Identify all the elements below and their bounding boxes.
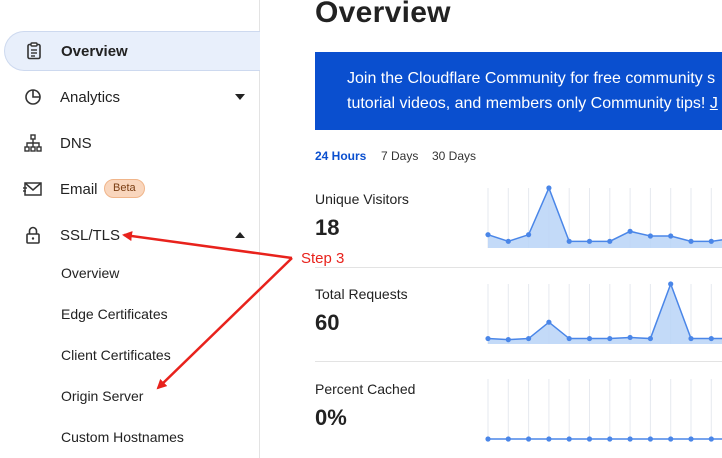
- envelope-icon: [22, 178, 44, 200]
- banner-line-2: tutorial videos, and members only Commun…: [347, 91, 722, 116]
- metric-label-unique-visitors: Unique Visitors: [315, 191, 409, 207]
- sparkline-point: [546, 436, 552, 442]
- sparkline-point: [668, 233, 674, 239]
- sparkline-point: [647, 233, 653, 239]
- sparkline-point: [485, 436, 491, 442]
- chevron-down-icon[interactable]: [232, 89, 248, 105]
- sidebar-item-label: Analytics: [60, 88, 121, 106]
- sparkline-unique-visitors: [485, 185, 722, 248]
- clipboard-icon: [23, 40, 45, 62]
- sparkline-point: [586, 436, 593, 442]
- lock-icon: [22, 224, 44, 246]
- sidebar-item-label: Overview: [61, 42, 128, 60]
- sparkline-point: [485, 335, 491, 342]
- sparkline-percent-cached: [485, 379, 722, 442]
- sparkline-point: [647, 436, 653, 442]
- sparkline-area: [488, 284, 722, 344]
- sidebar-item-ssl-tls[interactable]: SSL/TLS: [0, 215, 259, 255]
- sparkline-point: [586, 238, 593, 244]
- pie-chart-icon: [22, 86, 44, 108]
- sidebar-item-label: Email: [60, 180, 98, 198]
- metric-label-total-requests: Total Requests: [315, 286, 408, 302]
- sparkline-point: [708, 436, 714, 442]
- metric-label-percent-cached: Percent Cached: [315, 381, 416, 397]
- sidebar-item-label: SSL/TLS: [60, 226, 121, 244]
- sparkline-point: [526, 436, 532, 442]
- sparkline-point: [546, 185, 552, 191]
- page-title: Overview: [315, 0, 451, 29]
- sparkline-point: [566, 436, 572, 442]
- divider: [315, 361, 722, 362]
- banner-link[interactable]: J: [710, 95, 718, 112]
- sparkline-point: [526, 335, 532, 342]
- sparkline-point: [586, 335, 593, 342]
- main-content: Overview Join the Cloudflare Community f…: [260, 0, 722, 458]
- sparkline-point: [607, 335, 613, 342]
- metric-value-percent-cached: 0%: [315, 405, 347, 430]
- sidebar-item-analytics[interactable]: Analytics: [0, 77, 259, 117]
- range-7-days[interactable]: 7 Days: [381, 149, 418, 163]
- divider: [315, 267, 722, 268]
- sparkline-point: [505, 238, 511, 244]
- beta-badge: Beta: [104, 179, 145, 198]
- sparkline-point: [668, 281, 674, 287]
- sparkline-point: [627, 436, 633, 442]
- sparkline-point: [627, 334, 633, 341]
- sidebar-item-label: DNS: [60, 134, 92, 152]
- sparkline-line: [487, 186, 722, 243]
- sparkline-area: [488, 188, 722, 248]
- sparkline-point: [688, 335, 694, 342]
- sparkline-point: [708, 335, 714, 342]
- sparkline-point: [526, 232, 532, 238]
- sparkline-point: [505, 337, 511, 343]
- sparkline-point: [688, 436, 694, 442]
- ssl-sub-item-custom-hostnames[interactable]: Custom Hostnames: [61, 429, 184, 445]
- chevron-up-icon[interactable]: [232, 227, 248, 243]
- sparkline-point: [485, 232, 491, 238]
- cut-off-header-text: [100, 0, 210, 4]
- sparkline-point: [607, 436, 613, 442]
- sparkline-total-requests: [485, 281, 722, 344]
- ssl-sub-item-client-certificates[interactable]: Client Certificates: [61, 347, 171, 363]
- sparkline-point: [647, 335, 653, 342]
- sidebar-item-overview[interactable]: Overview: [4, 31, 260, 71]
- range-30-days[interactable]: 30 Days: [432, 149, 476, 163]
- annotation-step-label: Step 3: [301, 250, 345, 267]
- sparkline-point: [668, 436, 674, 442]
- banner-line-1: Join the Cloudflare Community for free c…: [347, 70, 716, 87]
- community-banner: Join the Cloudflare Community for free c…: [315, 52, 722, 130]
- network-icon: [22, 132, 44, 154]
- sparkline-point: [505, 436, 511, 442]
- sparkline-point: [607, 238, 613, 244]
- banner-line-2-text: tutorial videos, and members only Commun…: [347, 95, 710, 112]
- sparkline-point: [546, 319, 552, 325]
- sparkline-point: [566, 335, 572, 342]
- metric-value-total-requests: 60: [315, 310, 340, 335]
- ssl-sub-item-overview[interactable]: Overview: [61, 265, 119, 281]
- ssl-sub-item-origin-server[interactable]: Origin Server: [61, 388, 143, 404]
- sparkline-point: [708, 238, 714, 244]
- ssl-sub-item-edge-certificates[interactable]: Edge Certificates: [61, 306, 168, 322]
- sparkline-point: [566, 238, 572, 244]
- sidebar-item-dns[interactable]: DNS: [0, 123, 259, 163]
- sparkline-point: [627, 228, 633, 234]
- metric-value-unique-visitors: 18: [315, 215, 340, 240]
- sidebar: Overview Analytics DNS Email Beta SSL/TL…: [0, 0, 260, 458]
- sparkline-point: [688, 238, 694, 244]
- sidebar-item-email[interactable]: Email Beta: [0, 169, 259, 209]
- range-24-hours[interactable]: 24 Hours: [315, 149, 366, 163]
